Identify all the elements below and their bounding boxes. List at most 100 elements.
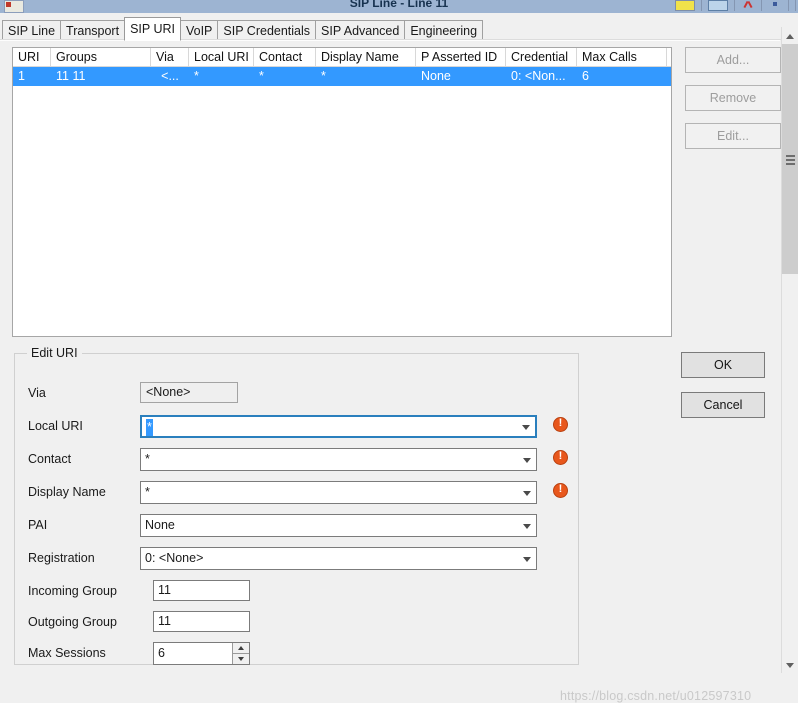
local-uri-error-icon — [553, 417, 568, 432]
column-header[interactable]: Via — [151, 48, 189, 67]
column-header[interactable]: Max Calls — [577, 48, 667, 67]
contact-value: * — [145, 452, 150, 466]
ok-button[interactable]: OK — [681, 352, 765, 378]
local-uri-value: * — [146, 419, 153, 436]
registration-combo[interactable]: 0: <None> — [140, 547, 537, 570]
tab-list: SIP Line Transport SIP URI VoIP SIP Credenti… — [2, 16, 484, 41]
table-cell: <... — [161, 69, 179, 83]
registration-label: Registration — [28, 551, 95, 565]
contact-combo[interactable]: * — [140, 448, 537, 471]
contact-label: Contact — [28, 452, 72, 466]
sip-line-dialog: SIP Line - Line 11 SIP Line Transport SIP … — [0, 0, 798, 703]
tab-engineering[interactable]: Engineering — [404, 20, 484, 40]
edit-button[interactable]: Edit... — [685, 123, 781, 149]
field-row-registration: Registration 0: <None> — [15, 547, 580, 573]
table-cell: 11 11 — [56, 69, 86, 83]
grip-icon — [786, 155, 795, 165]
divider — [761, 0, 762, 11]
stepper-up-icon[interactable] — [232, 643, 249, 653]
blue-window-icon[interactable] — [708, 0, 728, 11]
chevron-down-icon[interactable] — [523, 490, 531, 496]
table-cell: 1 — [18, 69, 25, 83]
column-header[interactable]: Local URI — [189, 48, 254, 67]
contact-error-icon — [553, 450, 568, 465]
add-button[interactable]: Add... — [685, 47, 781, 73]
blue-dot-icon[interactable] — [768, 0, 782, 11]
field-row-incoming-group: Incoming Group 11 — [15, 580, 580, 606]
page-scrollbar[interactable] — [781, 27, 798, 673]
watermark-text: https://blog.csdn.net/u012597310 — [560, 689, 752, 703]
chevron-down-icon[interactable] — [522, 424, 530, 430]
red-mark-icon[interactable] — [741, 0, 755, 11]
field-row-contact: Contact * — [15, 448, 580, 474]
column-header[interactable]: Contact — [254, 48, 316, 67]
chevron-down-icon[interactable] — [523, 457, 531, 463]
incoming-group-input[interactable]: 11 — [153, 580, 250, 601]
via-value: <None> — [140, 382, 238, 403]
edit-uri-title: Edit URI — [27, 346, 82, 360]
tab-strip: SIP Line Transport SIP URI VoIP SIP Credenti… — [0, 14, 798, 41]
divider — [734, 0, 735, 11]
stepper-down-icon[interactable] — [232, 653, 249, 664]
column-header[interactable]: Groups — [51, 48, 151, 67]
scroll-up-icon[interactable] — [782, 27, 798, 44]
scroll-down-icon[interactable] — [782, 656, 798, 673]
registration-value: 0: <None> — [145, 551, 204, 565]
tab-sip-advanced[interactable]: SIP Advanced — [315, 20, 406, 40]
pai-label: PAI — [28, 518, 48, 532]
column-header[interactable]: P Asserted ID — [416, 48, 506, 67]
field-row-outgoing-group: Outgoing Group 11 — [15, 611, 580, 637]
scrollbar-thumb[interactable] — [782, 44, 798, 274]
field-row-pai: PAI None — [15, 514, 580, 540]
edit-uri-groupbox: Edit URI Via <None> Local URI * Contact … — [14, 346, 580, 665]
tab-sip-uri[interactable]: SIP URI — [124, 17, 181, 41]
table-cell: * — [321, 69, 326, 83]
uri-table[interactable]: URI Groups Via Local URI Contact Display Name… — [12, 47, 672, 337]
divider — [788, 0, 789, 11]
via-label: Via — [28, 386, 46, 400]
tab-sip-credentials[interactable]: SIP Credentials — [217, 20, 317, 40]
divider — [795, 0, 796, 11]
table-actions: Add... Remove Edit... — [685, 47, 781, 161]
yellow-window-icon[interactable] — [675, 0, 695, 11]
outgoing-group-input[interactable]: 11 — [153, 611, 250, 632]
incoming-group-label: Incoming Group — [28, 584, 117, 598]
column-header[interactable]: Credential — [506, 48, 577, 67]
tab-sip-line[interactable]: SIP Line — [2, 20, 62, 40]
sip-uri-page: URI Groups Via Local URI Contact Display Name… — [0, 40, 781, 703]
chevron-down-icon[interactable] — [523, 523, 531, 529]
titlebar-buttons — [675, 0, 796, 13]
local-uri-label: Local URI — [28, 419, 83, 433]
cancel-button[interactable]: Cancel — [681, 392, 765, 418]
table-cell: * — [259, 69, 264, 83]
tab-voip[interactable]: VoIP — [179, 20, 219, 40]
field-row-display-name: Display Name * — [15, 481, 580, 507]
column-header[interactable]: URI — [13, 48, 51, 67]
max-sessions-label: Max Sessions — [28, 646, 106, 660]
window-titlebar: SIP Line - Line 11 — [0, 0, 798, 13]
display-name-label: Display Name — [28, 485, 106, 499]
table-row[interactable]: 1 11 11 <... * * * None 0: <Non... 6 — [13, 67, 671, 86]
tab-transport[interactable]: Transport — [60, 20, 126, 40]
outgoing-group-label: Outgoing Group — [28, 615, 117, 629]
table-cell: 6 — [582, 69, 589, 83]
max-sessions-value: 6 — [158, 646, 165, 660]
field-row-via: Via <None> — [15, 382, 580, 408]
display-name-combo[interactable]: * — [140, 481, 537, 504]
table-cell: * — [194, 69, 199, 83]
column-header[interactable]: Display Name — [316, 48, 416, 67]
chevron-down-icon[interactable] — [523, 556, 531, 562]
dialog-buttons: OK Cancel — [681, 352, 765, 432]
max-sessions-stepper[interactable]: 6 — [153, 642, 250, 665]
field-row-local-uri: Local URI * — [15, 415, 580, 441]
table-cell: 0: <Non... — [511, 69, 566, 83]
local-uri-combo[interactable]: * — [140, 415, 537, 438]
table-body: 1 11 11 <... * * * None 0: <Non... 6 — [13, 67, 671, 86]
display-name-value: * — [145, 485, 150, 499]
table-cell: None — [421, 69, 451, 83]
stepper-buttons — [232, 643, 249, 664]
pai-combo[interactable]: None — [140, 514, 537, 537]
divider — [701, 0, 702, 11]
table-header-row: URI Groups Via Local URI Contact Display Name… — [13, 48, 671, 67]
remove-button[interactable]: Remove — [685, 85, 781, 111]
